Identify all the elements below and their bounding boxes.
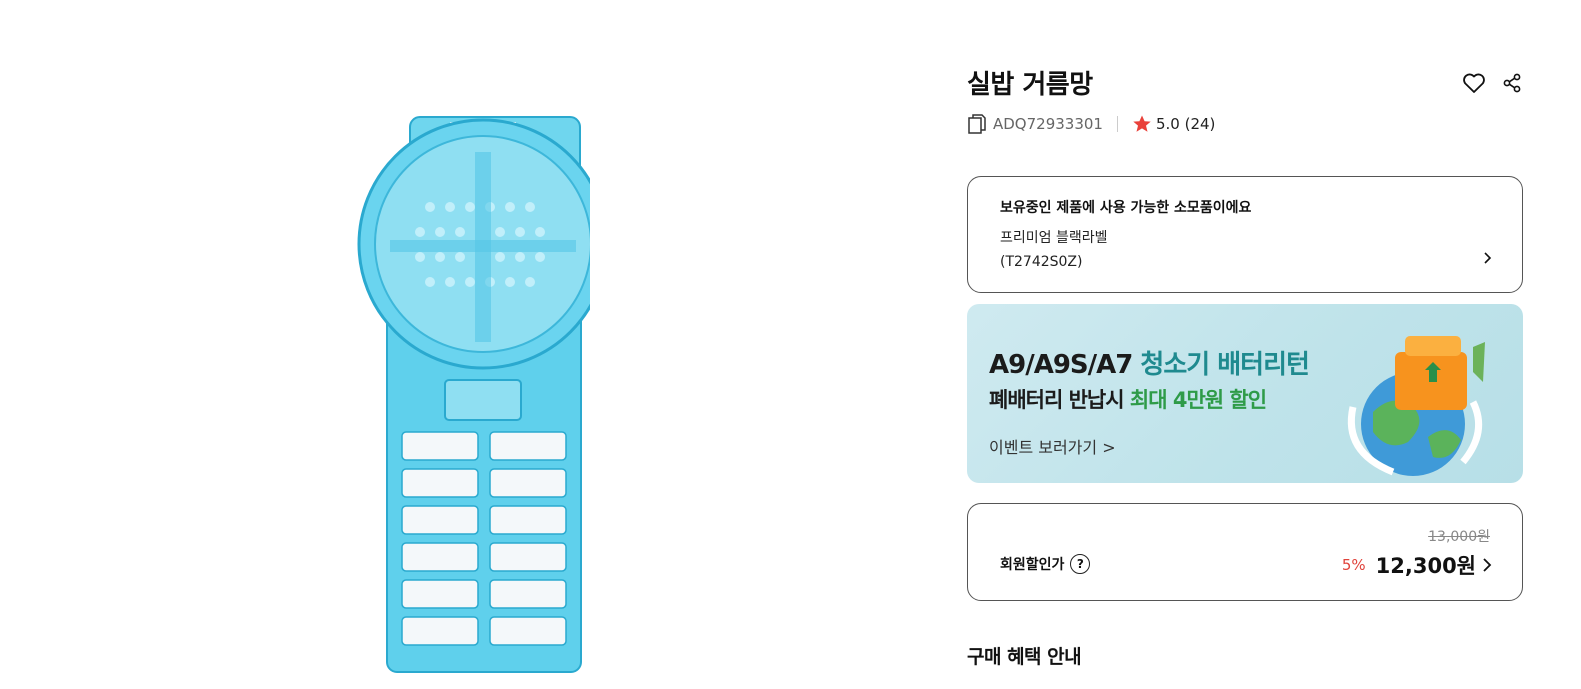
banner-event-link[interactable]: 이벤트 보러가기 > — [989, 434, 1116, 458]
sale-price: 12,300원 — [1375, 554, 1476, 578]
product-meta: ADQ72933301 5.0 (24) — [967, 112, 1215, 136]
rating-star-icon — [1132, 114, 1152, 134]
compatible-product-card[interactable]: 보유중인 제품에 사용 가능한 소모품이에요 프리미엄 블랙라벨 (T2742S… — [967, 176, 1523, 293]
banner-line1: A9/A9S/A7 청소기 배터리턴 — [989, 350, 1310, 380]
share-icon — [1503, 73, 1521, 93]
compat-model-code: (T2742S0Z) — [1000, 254, 1083, 270]
heart-icon — [1463, 73, 1485, 93]
copy-icon — [968, 114, 986, 134]
meta-divider — [1116, 116, 1118, 132]
rating-value[interactable]: 5.0 (24) — [1156, 115, 1215, 133]
copy-code-button[interactable] — [967, 113, 987, 135]
chevron-right-icon — [1483, 558, 1492, 572]
product-info: 실밥 거름망 ADQ72933301 5.0 (24) 보유중인 제품에 사용 … — [967, 0, 1523, 689]
event-banner[interactable]: A9/A9S/A7 청소기 배터리턴 폐배터리 반납시 최대 4만원 할인 이벤… — [967, 304, 1523, 483]
compat-heading: 보유중인 제품에 사용 가능한 소모품이에요 — [1000, 200, 1252, 216]
member-price-card[interactable]: 13,000원 회원할인가 ? 5% 12,300원 — [967, 503, 1523, 601]
help-icon[interactable]: ? — [1070, 554, 1091, 574]
original-price: 13,000원 — [1428, 529, 1490, 545]
product-title: 실밥 거름망 — [967, 70, 1093, 100]
compat-model-name: 프리미엄 블랙라벨 — [1000, 230, 1108, 246]
sale-price-group: 5% 12,300원 — [1342, 550, 1492, 580]
lint-filter-illustration — [357, 116, 609, 673]
wishlist-button[interactable] — [1461, 70, 1487, 96]
battery-globe-illustration — [1347, 336, 1485, 476]
chevron-right-icon — [1484, 252, 1492, 264]
purchase-benefits-title: 구매 혜택 안내 — [967, 646, 1082, 668]
product-image — [350, 112, 609, 677]
product-code: ADQ72933301 — [993, 115, 1103, 133]
share-button[interactable] — [1499, 70, 1525, 96]
banner-line2: 폐배터리 반납시 최대 4만원 할인 — [989, 388, 1267, 412]
member-price-label: 회원할인가 ? — [1000, 554, 1091, 574]
discount-rate: 5% — [1341, 556, 1366, 574]
